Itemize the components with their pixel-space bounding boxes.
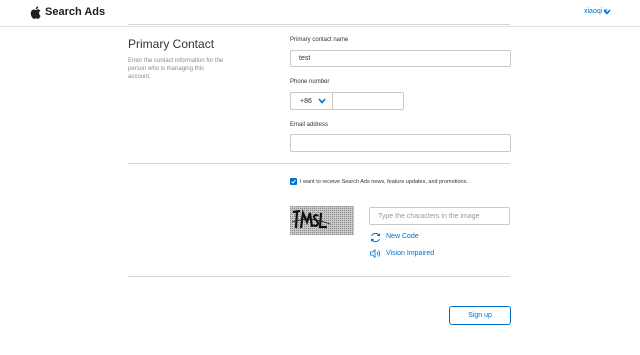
name-label: Primary contact name [290,37,349,43]
section-description: Enter the contact information for the pe… [128,58,224,80]
contact-name-input[interactable]: test [290,50,511,67]
section-divider-bottom [128,276,510,277]
email-label: Email address [290,122,329,128]
vision-impaired-link[interactable]: Vision Impaired [386,250,434,257]
chevron-down-icon[interactable] [603,9,611,15]
top-bar: Search Ads xiaoqi x. [0,0,640,27]
brand-name: Search Ads [45,6,106,18]
section-divider-top [128,24,510,25]
new-code-link[interactable]: New Code [386,233,419,240]
refresh-icon[interactable] [370,232,381,243]
section-divider-middle [128,163,510,164]
phone-label: Phone number [290,79,330,85]
chevron-down-icon[interactable] [318,98,326,104]
speaker-icon[interactable] [370,249,382,258]
phone-number-input[interactable] [332,92,404,110]
captcha-placeholder: Type the characters in the image [378,212,480,220]
country-code-value: +86 [300,97,312,105]
sign-up-button[interactable]: Sign up [449,306,511,325]
consent-checkbox[interactable] [290,178,297,185]
consent-label: I want to receive Search Ads news, featu… [300,179,468,185]
check-icon [291,179,296,184]
captcha-input[interactable]: Type the characters in the image [369,207,510,225]
captcha-image [290,206,354,235]
section-title: Primary Contact [128,37,215,51]
apple-icon [30,6,41,19]
email-input[interactable] [290,134,511,152]
